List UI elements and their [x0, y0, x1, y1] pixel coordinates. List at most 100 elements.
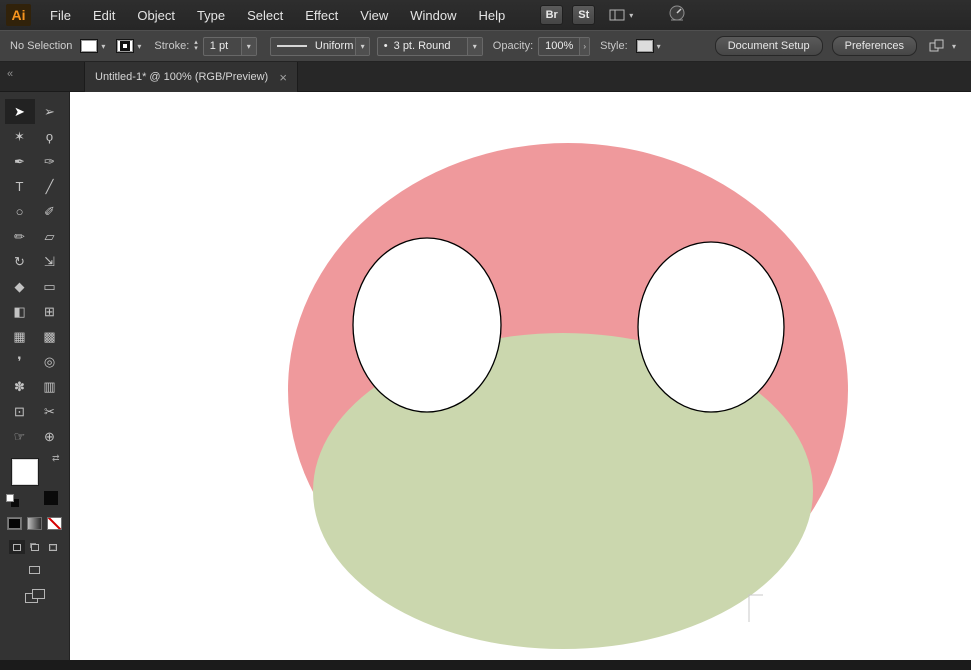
draw-normal-button[interactable]	[9, 540, 25, 554]
brush-dropdown[interactable]: • 3 pt. Round ▾	[377, 37, 483, 56]
menu-effect[interactable]: Effect	[294, 0, 349, 30]
magic-wand-tool[interactable]: ✶	[5, 124, 35, 149]
line-segment-tool[interactable]: ╱	[35, 174, 65, 199]
line-segment-tool-icon: ╱	[46, 179, 54, 195]
opacity-label[interactable]: Opacity:	[493, 40, 533, 52]
style-label: Style:	[600, 40, 628, 52]
chevron-down-icon: ▾	[654, 42, 664, 51]
pen-tool[interactable]: ✒	[5, 149, 35, 174]
direct-selection-tool-icon: ➢	[44, 104, 55, 120]
opacity-expand-icon[interactable]: ›	[579, 38, 589, 55]
artboard-canvas[interactable]	[71, 92, 971, 660]
drawing-modes-row	[9, 540, 61, 554]
selection-tool[interactable]: ➤	[5, 99, 35, 124]
screen-mode-icon	[29, 566, 40, 574]
pen-tool-icon: ✒	[14, 154, 25, 170]
eraser-tool[interactable]: ▱	[35, 224, 65, 249]
menu-object[interactable]: Object	[126, 0, 186, 30]
default-fill-stroke-icon[interactable]	[6, 494, 19, 507]
stock-button[interactable]: St	[572, 5, 595, 25]
screen-mode-button[interactable]	[26, 563, 44, 577]
menu-window[interactable]: Window	[399, 0, 467, 30]
type-tool-icon: T	[16, 179, 24, 194]
opacity-field[interactable]: 100% ›	[538, 37, 590, 56]
swap-fill-stroke-icon[interactable]: ⇄	[52, 453, 60, 464]
shape-builder-tool[interactable]: ◧	[5, 299, 35, 324]
graphic-style-swatch[interactable]	[636, 39, 654, 53]
menu-type[interactable]: Type	[186, 0, 236, 30]
free-transform-tool[interactable]: ▭	[35, 274, 65, 299]
menu-file[interactable]: File	[39, 0, 82, 30]
eyedropper-tool[interactable]: ❜	[5, 349, 35, 374]
collapse-panel-icon[interactable]: «	[7, 68, 13, 80]
right-eye-ellipse[interactable]	[638, 242, 784, 412]
stroke-weight-dropdown[interactable]: 1 pt ▾	[203, 37, 257, 56]
gradient-tool[interactable]: ▩	[35, 324, 65, 349]
blend-tool[interactable]: ◎	[35, 349, 65, 374]
color-button[interactable]	[7, 517, 22, 530]
document-tab-strip: « Untitled-1* @ 100% (RGB/Preview) ×	[0, 62, 971, 92]
rotate-tool[interactable]: ↻	[5, 249, 35, 274]
app-gauge-icon[interactable]	[667, 4, 687, 27]
stroke-color-control[interactable]: ▾	[116, 39, 144, 53]
width-tool[interactable]: ◆	[5, 274, 35, 299]
workspace-switcher[interactable]: ▾	[609, 9, 633, 21]
fill-proxy-swatch[interactable]	[12, 459, 38, 485]
menu-edit[interactable]: Edit	[82, 0, 126, 30]
stepper-down-icon[interactable]: ▾	[194, 46, 198, 52]
preferences-button[interactable]: Preferences	[832, 36, 917, 56]
shape-builder-tool-icon: ◧	[13, 304, 25, 320]
stroke-profile-preview-icon	[277, 45, 307, 47]
fill-color-swatch[interactable]	[80, 39, 98, 53]
hand-tool[interactable]: ☞	[5, 424, 35, 449]
column-graph-tool[interactable]: ▥	[35, 374, 65, 399]
direct-selection-tool[interactable]: ➢	[35, 99, 65, 124]
artwork-svg[interactable]	[71, 92, 971, 660]
draw-inside-icon	[49, 544, 57, 551]
zoom-tool[interactable]: ⊕	[35, 424, 65, 449]
partial-rect-outline[interactable]	[749, 595, 763, 622]
ellipse-tool[interactable]: ○	[5, 199, 35, 224]
stroke-weight-stepper[interactable]: ▴ ▾	[194, 40, 198, 52]
draw-behind-button[interactable]	[27, 540, 43, 554]
graphic-style-dropdown[interactable]: ▾	[636, 39, 664, 53]
mesh-tool[interactable]: ▦	[5, 324, 35, 349]
draw-normal-icon	[13, 544, 21, 551]
eraser-tool-icon: ▱	[45, 229, 55, 245]
close-icon[interactable]: ×	[271, 70, 287, 85]
blend-tool-icon: ◎	[44, 354, 55, 370]
chevron-down-icon[interactable]: ▾	[355, 38, 368, 55]
document-tab[interactable]: Untitled-1* @ 100% (RGB/Preview) ×	[84, 62, 298, 92]
menu-select[interactable]: Select	[236, 0, 294, 30]
paintbrush-tool[interactable]: ✐	[35, 199, 65, 224]
type-tool[interactable]: T	[5, 174, 35, 199]
none-button[interactable]	[47, 517, 62, 530]
width-profile-value: Uniform	[313, 40, 356, 52]
window-arrange-icon[interactable]	[25, 589, 45, 605]
ellipse-tool-icon: ○	[16, 204, 24, 219]
scale-tool[interactable]: ⇲	[35, 249, 65, 274]
stroke-color-swatch[interactable]	[116, 39, 134, 53]
chevron-down-icon[interactable]: ▾	[467, 38, 482, 55]
width-profile-dropdown[interactable]: Uniform ▾	[270, 37, 370, 56]
artboard-tool[interactable]: ⊡	[5, 399, 35, 424]
fill-color-control[interactable]: ▾	[80, 39, 108, 53]
curvature-tool[interactable]: ✑	[35, 149, 65, 174]
pencil-tool[interactable]: ✏	[5, 224, 35, 249]
menu-help[interactable]: Help	[467, 0, 516, 30]
arrange-dropdown[interactable]: ▾	[929, 39, 959, 53]
gradient-button[interactable]	[27, 517, 42, 530]
draw-inside-button[interactable]	[45, 540, 61, 554]
document-setup-button[interactable]: Document Setup	[715, 36, 823, 56]
symbol-sprayer-tool[interactable]: ✽	[5, 374, 35, 399]
chevron-down-icon[interactable]: ▾	[241, 38, 256, 55]
slice-tool[interactable]: ✂	[35, 399, 65, 424]
left-eye-ellipse[interactable]	[353, 238, 501, 412]
paintbrush-tool-icon: ✐	[44, 204, 55, 220]
lasso-tool[interactable]: ϙ	[35, 124, 65, 149]
perspective-grid-tool[interactable]: ⊞	[35, 299, 65, 324]
menu-view[interactable]: View	[349, 0, 399, 30]
stroke-proxy-swatch[interactable]	[44, 491, 58, 505]
bridge-button[interactable]: Br	[540, 5, 563, 25]
free-transform-tool-icon: ▭	[43, 279, 55, 295]
